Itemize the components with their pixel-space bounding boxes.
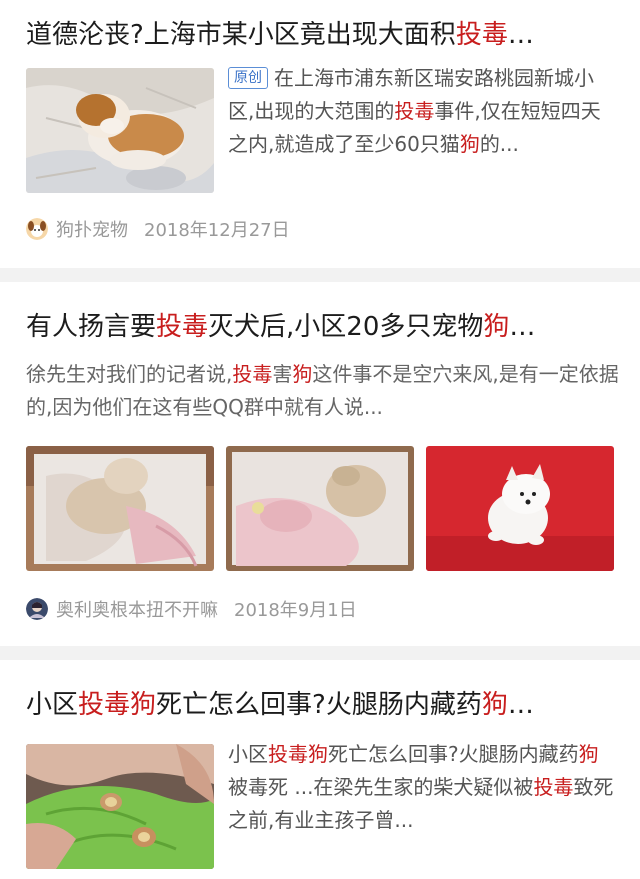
publish-date: 2018年12月27日 <box>144 220 290 241</box>
source-name[interactable]: 狗扑宠物 <box>56 216 128 242</box>
result-snippet: 小区投毒狗死亡怎么回事?火腿肠内藏药狗被毒死 ...在梁先生家的柴犬疑似被投毒致… <box>228 742 614 832</box>
search-result-card[interactable]: 小区投毒狗死亡怎么回事?火腿肠内藏药狗… 小区投毒狗死亡怎么回事?火腿肠内藏药狗… <box>0 660 640 879</box>
white-puppy-red-background-photo[interactable] <box>426 446 614 571</box>
result-meta: 狗扑宠物 2018年12月27日 <box>26 216 290 242</box>
poisoned-sausage-in-hand-photo[interactable] <box>26 744 214 869</box>
result-title[interactable]: 道德沦丧?上海市某小区竟出现大面积投毒… <box>26 18 618 52</box>
result-title[interactable]: 小区投毒狗死亡怎么回事?火腿肠内藏药狗… <box>26 688 618 722</box>
result-title[interactable]: 有人扬言要投毒灭犬后,小区20多只宠物狗… <box>26 310 618 344</box>
search-result-card[interactable]: 有人扬言要投毒灭犬后,小区20多只宠物狗… 徐先生对我们的记者说,投毒害狗这件事… <box>0 282 640 646</box>
result-snippet: 徐先生对我们的记者说,投毒害狗这件事不是空穴来风,是有一定依据的,因为他们在这有… <box>26 362 619 419</box>
source-name[interactable]: 奥利奥根本扭不开嘛 <box>56 596 218 622</box>
search-result-card[interactable]: 道德沦丧?上海市某小区竟出现大面积投毒… 原创 在上海市浦东新区瑞安路桃园新城小区… <box>0 0 640 268</box>
result-meta: 奥利奥根本扭不开嘛 2018年9月1日 <box>26 596 357 622</box>
original-badge: 原创 <box>228 67 268 89</box>
poisoned-dog-photo-2[interactable] <box>226 446 414 571</box>
puppy-on-sheet-photo[interactable] <box>26 68 214 193</box>
result-separator <box>0 646 640 660</box>
avatar <box>26 598 48 620</box>
avatar <box>26 218 48 240</box>
poisoned-dog-photo-1[interactable] <box>26 446 214 571</box>
result-separator <box>0 268 640 282</box>
publish-date: 2018年9月1日 <box>234 600 357 621</box>
result-snippet: 原创 在上海市浦东新区瑞安路桃园新城小区,出现的大范围的投毒事件,仅在短短四天之内… <box>228 66 601 156</box>
